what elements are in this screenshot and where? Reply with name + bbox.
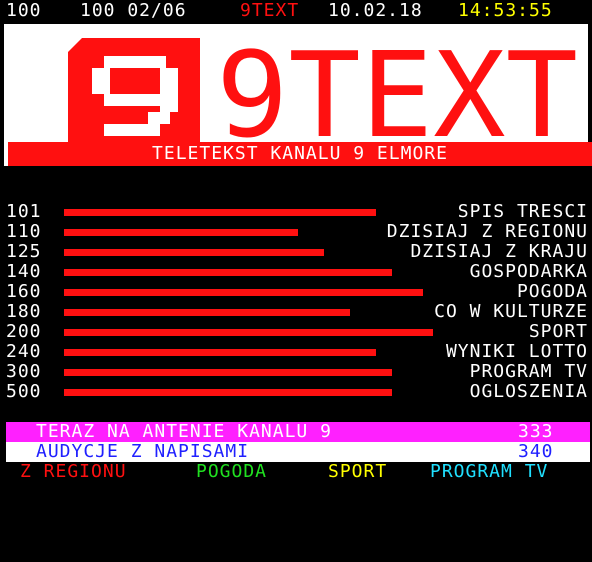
index-leader-bar	[64, 329, 433, 336]
index-page-number: 110	[6, 221, 42, 242]
promo-page: 333	[518, 421, 554, 442]
header-clock: 14:53:55	[458, 0, 553, 21]
index-row[interactable]: 160 POGODA	[0, 282, 592, 302]
banner-title-text: 9TEXT	[216, 30, 578, 152]
index-label: OGLOSZENIA	[469, 381, 588, 402]
index-row[interactable]: 240 WYNIKI LOTTO	[0, 342, 592, 362]
index-page-number: 140	[6, 261, 42, 282]
channel-name: 9TEXT	[240, 0, 300, 21]
index-row[interactable]: 200 SPORT	[0, 322, 592, 342]
index-label: DZISIAJ Z KRAJU	[410, 241, 588, 262]
teletext-header: 100 100 02/06 9TEXT 10.02.18 14:53:55	[0, 0, 592, 22]
fastext-red[interactable]: Z REGIONU	[20, 462, 127, 482]
index-leader-bar	[64, 349, 376, 356]
index-leader-bar	[64, 249, 324, 256]
subpage-indicator: 100 02/06	[80, 0, 187, 21]
page-number: 100	[6, 0, 42, 21]
index-label: POGODA	[516, 281, 588, 302]
index-page-number: 160	[6, 281, 42, 302]
index-page-number: 500	[6, 381, 42, 402]
index-row[interactable]: 125 DZISIAJ Z KRAJU	[0, 242, 592, 262]
banner-title: 9TEXT	[216, 30, 578, 152]
index-page-number: 125	[6, 241, 42, 262]
index-label: CO W KULTURZE	[434, 301, 588, 322]
index-page-number: 300	[6, 361, 42, 382]
promo-now-on-air[interactable]: TERAZ NA ANTENIE KANALU 9 333	[6, 422, 590, 442]
subtitle-text: TELETEKST KANALU 9 ELMORE	[152, 143, 448, 164]
promo-subtitled[interactable]: AUDYCJE Z NAPISAMI 340	[6, 442, 590, 462]
index-label: GOSPODARKA	[469, 261, 588, 282]
index-label: SPORT	[528, 321, 588, 342]
index-label: DZISIAJ Z REGIONU	[386, 221, 588, 242]
promo-label: TERAZ NA ANTENIE KANALU 9	[36, 421, 332, 442]
logo-banner: 9 9TEXT TELETEKST KANALU 9 ELMORE	[4, 24, 592, 166]
index-row[interactable]: 110 DZISIAJ Z REGIONU	[0, 222, 592, 242]
header-date: 10.02.18	[328, 0, 423, 21]
fastext-green[interactable]: POGODA	[196, 462, 267, 482]
index-leader-bar	[64, 289, 423, 296]
index-page-number: 240	[6, 341, 42, 362]
fastext-yellow[interactable]: SPORT	[328, 462, 387, 482]
fastext-cyan[interactable]: PROGRAM TV	[430, 462, 548, 482]
index-leader-bar	[64, 229, 298, 236]
index-label: PROGRAM TV	[469, 361, 588, 382]
index-leader-bar	[64, 369, 392, 376]
index-leader-bar	[64, 389, 392, 396]
index-page-number: 101	[6, 201, 42, 222]
index-page-number: 180	[6, 301, 42, 322]
index-row[interactable]: 180 CO W KULTURZE	[0, 302, 592, 322]
index-row[interactable]: 140 GOSPODARKA	[0, 262, 592, 282]
promo-page: 340	[518, 441, 554, 462]
index-leader-bar	[64, 309, 350, 316]
index-label: WYNIKI LOTTO	[445, 341, 588, 362]
index-row[interactable]: 300 PROGRAM TV	[0, 362, 592, 382]
subtitle-bar: TELETEKST KANALU 9 ELMORE	[8, 142, 592, 166]
index-label: SPIS TRESCI	[457, 201, 588, 222]
index-leader-bar	[64, 209, 376, 216]
fastext-bar: Z REGIONU POGODA SPORT PROGRAM TV	[0, 462, 592, 484]
index-row[interactable]: 101 SPIS TRESCI	[0, 202, 592, 222]
index-row[interactable]: 500 OGLOSZENIA	[0, 382, 592, 402]
index-page-number: 200	[6, 321, 42, 342]
channel-9-logo: 9	[68, 38, 200, 150]
index-leader-bar	[64, 269, 392, 276]
promo-label: AUDYCJE Z NAPISAMI	[36, 441, 250, 462]
